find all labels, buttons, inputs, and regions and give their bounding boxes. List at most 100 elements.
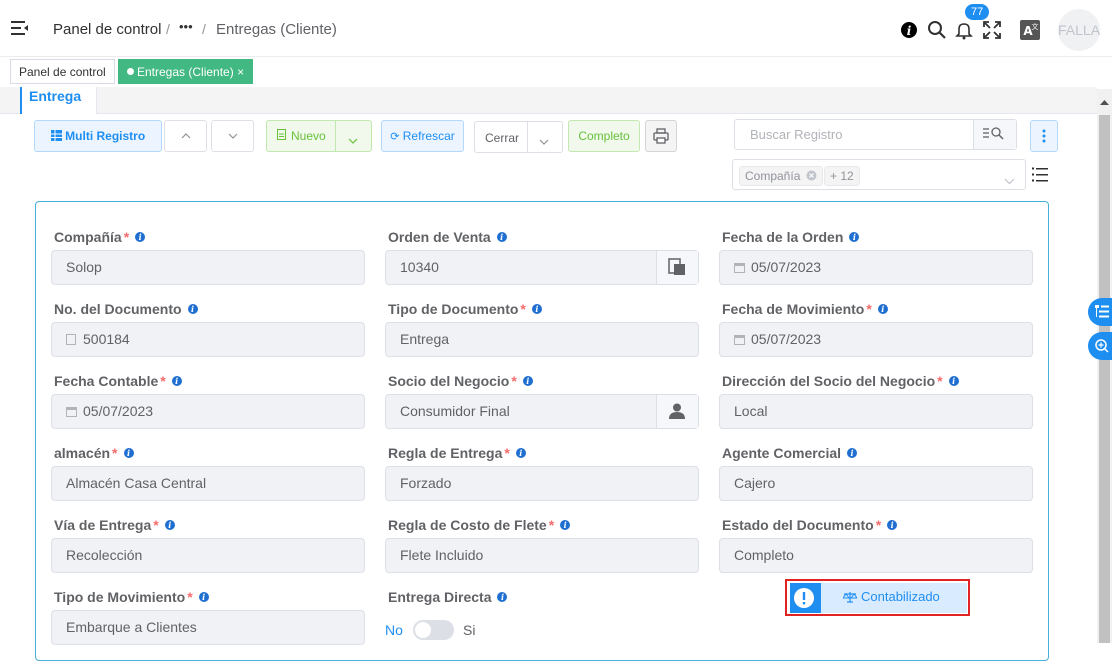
- tipo-de-movimiento-field[interactable]: Embarque a Clientes: [51, 610, 365, 645]
- no-del-documento-field[interactable]: 500184: [51, 322, 365, 357]
- info-icon[interactable]: i: [522, 376, 533, 386]
- breadcrumb-separator: /: [202, 21, 206, 37]
- scrollbar-thumb[interactable]: [1099, 115, 1110, 643]
- compania-label: Compañía * i: [54, 229, 146, 245]
- refrescar-button[interactable]: ⟳ Refrescar: [381, 120, 464, 152]
- info-icon[interactable]: i: [496, 232, 507, 242]
- orden-de-venta-label: Orden de Venta i: [388, 229, 507, 245]
- tag-panel-de-control[interactable]: Panel de control: [10, 59, 115, 84]
- field-label-text: Tipo de Movimiento: [54, 589, 186, 605]
- breadcrumb-home[interactable]: Panel de control: [53, 21, 161, 38]
- tag-entregas-cliente[interactable]: Entregas (Cliente) ×: [118, 59, 254, 84]
- completo-button[interactable]: Completo: [568, 120, 640, 152]
- previous-record-button[interactable]: [164, 120, 207, 152]
- info-icon[interactable]: i: [849, 232, 860, 242]
- field-label-text: Orden de Venta: [388, 229, 491, 245]
- bell-icon[interactable]: [954, 20, 974, 40]
- copy-button[interactable]: [656, 251, 698, 284]
- chevron-down-icon[interactable]: [348, 133, 358, 147]
- almacen-field[interactable]: Almacén Casa Central: [51, 466, 365, 501]
- info-icon[interactable]: i: [899, 20, 919, 40]
- no-del-documento-label: No. del Documento i: [54, 301, 198, 317]
- via-de-entrega-field[interactable]: Recolección: [51, 538, 365, 573]
- field-value: Entrega: [400, 331, 450, 347]
- list-columns-icon[interactable]: [1032, 167, 1048, 187]
- zoom-button[interactable]: [1088, 332, 1112, 360]
- fullscreen-icon[interactable]: [982, 20, 1002, 40]
- required-asterisk: *: [520, 301, 526, 317]
- translate-icon[interactable]: A文: [1020, 20, 1040, 40]
- info-icon[interactable]: i: [560, 520, 571, 530]
- tipo-de-documento-label: Tipo de Documento * i: [388, 301, 542, 317]
- entrega-directa-switch[interactable]: [413, 620, 454, 640]
- tree-view-button[interactable]: [1088, 298, 1112, 326]
- tag-close-icon[interactable]: ×: [237, 65, 244, 79]
- info-icon[interactable]: i: [515, 448, 526, 458]
- print-button[interactable]: [645, 120, 677, 152]
- filter-select[interactable]: Compañía + 12: [732, 159, 1026, 190]
- required-asterisk: *: [504, 445, 510, 461]
- info-icon[interactable]: i: [198, 592, 209, 602]
- regla-de-costo-de-flete-label: Regla de Costo de Flete * i: [388, 517, 571, 533]
- breadcrumb-ellipsis[interactable]: •••: [179, 19, 193, 34]
- estado-del-documento-field[interactable]: Completo: [719, 538, 1033, 573]
- field-label-text: Dirección del Socio del Negocio: [722, 373, 936, 389]
- info-icon[interactable]: i: [187, 304, 198, 314]
- info-icon[interactable]: i: [164, 520, 175, 530]
- search-partner-button[interactable]: [656, 395, 698, 428]
- field-label-text: Fecha de la Orden: [722, 229, 844, 245]
- info-icon[interactable]: i: [847, 448, 858, 458]
- field-value: Recolección: [66, 547, 143, 563]
- direccion-del-socio-del-negocio-field[interactable]: Local: [719, 394, 1033, 429]
- info-icon[interactable]: i: [135, 232, 146, 242]
- fecha-de-la-orden-field[interactable]: 05/07/2023: [719, 250, 1033, 285]
- info-icon[interactable]: i: [877, 304, 888, 314]
- field-label-text: No. del Documento: [54, 301, 182, 317]
- copy-icon: [668, 258, 685, 275]
- more-options-button[interactable]: [1030, 120, 1058, 152]
- info-icon[interactable]: i: [531, 304, 542, 314]
- info-icon[interactable]: i: [497, 592, 508, 602]
- alert-icon: [790, 583, 821, 613]
- chevron-down-icon[interactable]: [539, 134, 549, 148]
- field-label-text: Fecha de Movimiento: [722, 301, 865, 317]
- required-asterisk: *: [160, 373, 166, 389]
- info-icon[interactable]: i: [123, 448, 134, 458]
- info-icon[interactable]: i: [948, 376, 959, 386]
- split-divider: [335, 121, 336, 151]
- cerrar-select[interactable]: Cerrar: [474, 121, 563, 153]
- user-avatar[interactable]: FALLA: [1058, 9, 1100, 51]
- compania-field[interactable]: Solop: [51, 250, 365, 285]
- agente-comercial-field[interactable]: Cajero: [719, 466, 1033, 501]
- socio-del-negocio-field[interactable]: Consumidor Final: [385, 394, 699, 429]
- scroll-up-icon[interactable]: [1100, 93, 1109, 111]
- field-value: 05/07/2023: [83, 403, 154, 419]
- tab-entrega[interactable]: Entrega: [20, 87, 97, 114]
- info-icon[interactable]: i: [887, 520, 898, 530]
- search-button[interactable]: [973, 120, 1016, 149]
- regla-de-entrega-field[interactable]: Forzado: [385, 466, 699, 501]
- nuevo-button[interactable]: Nuevo: [266, 120, 372, 152]
- chip-close-icon[interactable]: [806, 170, 817, 181]
- nuevo-label: Nuevo: [291, 129, 326, 143]
- list-search-icon: [983, 127, 1004, 140]
- search-input[interactable]: [736, 121, 974, 148]
- tipo-de-documento-field[interactable]: Entrega: [385, 322, 699, 357]
- info-icon[interactable]: i: [171, 376, 182, 386]
- orden-de-venta-field[interactable]: 10340: [385, 250, 699, 285]
- menu-fold-icon[interactable]: [11, 20, 29, 36]
- regla-de-costo-de-flete-field[interactable]: Flete Incluido: [385, 538, 699, 573]
- required-asterisk: *: [112, 445, 118, 461]
- breadcrumb-separator: /: [166, 21, 170, 37]
- fecha-contable-field[interactable]: 05/07/2023: [51, 394, 365, 429]
- next-record-button[interactable]: [211, 120, 254, 152]
- field-label-text: Vía de Entrega: [54, 517, 152, 533]
- field-label-text: Agente Comercial: [722, 445, 842, 461]
- search-icon[interactable]: [927, 20, 947, 40]
- fecha-de-movimiento-field[interactable]: 05/07/2023: [719, 322, 1033, 357]
- calendar-icon: [734, 335, 745, 345]
- required-asterisk: *: [937, 373, 943, 389]
- field-label-text: Socio del Negocio: [388, 373, 510, 389]
- regla-de-entrega-label: Regla de Entrega * i: [388, 445, 526, 461]
- multi-registro-button[interactable]: Multi Registro: [34, 120, 162, 152]
